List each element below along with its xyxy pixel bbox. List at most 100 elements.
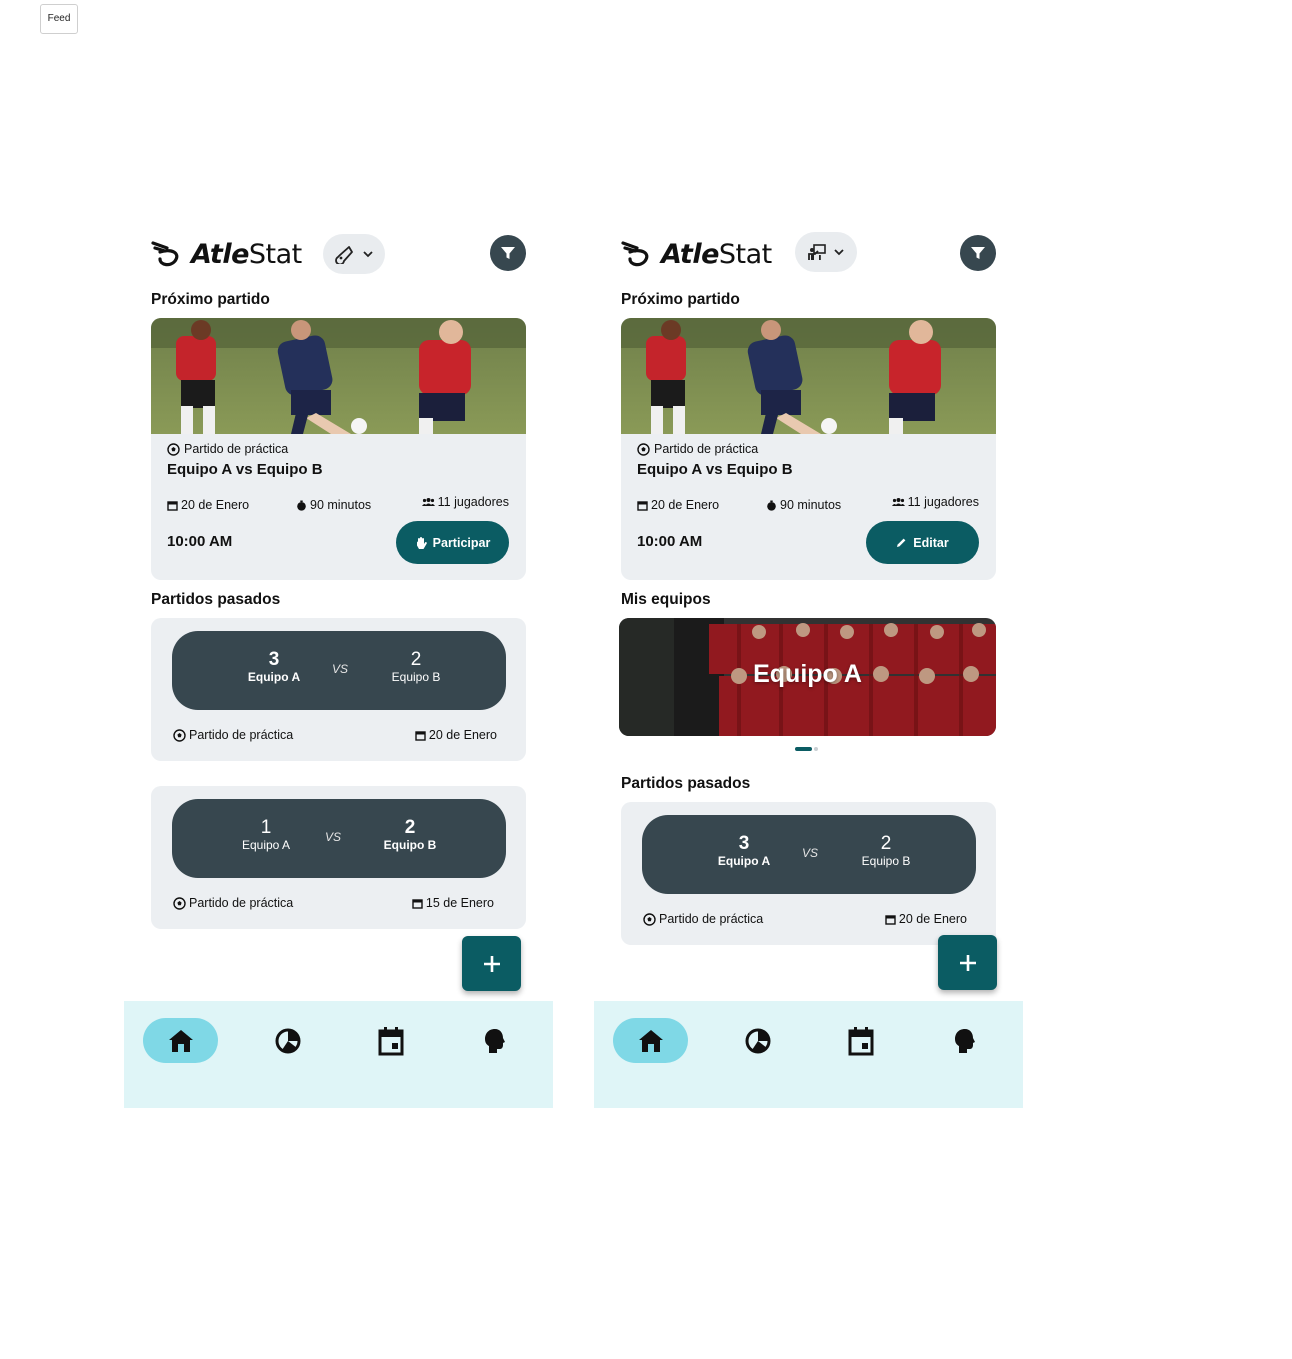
chevron-down-icon [363,251,373,258]
soccer-ball-icon [167,442,180,456]
profile-icon [954,1028,975,1053]
stats-icon [275,1028,300,1053]
soccer-ball-icon [637,442,650,456]
stopwatch-icon [297,500,306,511]
match-date: 20 de Enero [637,498,719,512]
chevron-down-icon [834,249,844,256]
calendar-small-icon [412,898,423,909]
app-logo: AtleStat [151,236,302,272]
match-duration: 90 minutos [766,498,841,512]
team-card[interactable]: Equipo A [619,618,996,736]
app-header: AtleStat [151,232,526,276]
nav-home[interactable] [143,1018,218,1063]
filter-icon [501,247,515,259]
nav-profile[interactable] [457,1018,532,1063]
next-match-heading: Próximo partido [621,291,740,308]
carousel-indicator [795,747,818,751]
participate-button[interactable]: Participar [396,521,509,564]
stats-icon [745,1028,770,1053]
filter-icon [971,247,985,259]
match-title: Equipo A vs Equipo B [167,461,323,478]
away-score: 2 [880,833,892,854]
match-photo [151,318,526,434]
nav-calendar[interactable] [353,1018,428,1063]
add-match-button[interactable] [462,936,521,991]
match-type: Partido de práctica [167,442,288,456]
brand-bold: Atle [191,238,249,270]
whistle-icon [335,246,353,264]
bottom-navigation [124,1001,553,1108]
team-name: Equipo A [753,660,862,688]
calendar-icon [848,1026,873,1055]
nav-home[interactable] [613,1018,688,1063]
brand-light: Stat [248,238,302,270]
profile-icon [484,1028,505,1053]
match-type-label: Partido de práctica [184,442,289,456]
past-match-card[interactable]: 1 Equipo A VS 2 Equipo B Partido de prác… [151,786,526,929]
home-team: 3 Equipo A [229,649,319,685]
past-match-card[interactable]: 3 Equipo A VS 2 Equipo B Partido de prác… [621,802,996,945]
calendar-small-icon [167,500,178,511]
edit-button[interactable]: Editar [866,521,979,564]
match-duration-label: 90 minutos [310,498,372,512]
next-match-card[interactable]: Partido de práctica Equipo A vs Equipo B… [151,318,526,580]
filter-button[interactable] [490,235,526,271]
home-score: 3 [738,833,750,854]
carousel-dot-active[interactable] [795,747,812,751]
plus-icon [959,954,976,971]
past-match-type-label: Partido de práctica [189,728,294,742]
scoreboard: 3 Equipo A VS 2 Equipo B [172,631,506,710]
match-date-label: 20 de Enero [181,498,250,512]
frame-label: Feed [40,4,78,34]
match-time: 10:00 AM [167,533,233,550]
calendar-small-icon [637,500,648,511]
home-icon [168,1029,193,1052]
add-match-button[interactable] [938,935,997,990]
away-team-name: Equipo B [383,838,437,852]
away-team: 2 Equipo B [371,649,461,685]
nav-calendar[interactable] [823,1018,898,1063]
app-header: AtleStat [621,232,996,276]
past-match-card[interactable]: 3 Equipo A VS 2 Equipo B Partido de prác… [151,618,526,761]
scoreboard: 3 Equipo A VS 2 Equipo B [642,815,976,894]
away-team: 2 Equipo B [365,817,455,853]
nav-stats[interactable] [720,1018,795,1063]
scoreboard: 1 Equipo A VS 2 Equipo B [172,799,506,878]
app-logo: AtleStat [621,236,772,272]
next-match-card[interactable]: Partido de práctica Equipo A vs Equipo B… [621,318,996,580]
past-match-date-label: 20 de Enero [898,912,967,926]
next-match-heading: Próximo partido [151,291,270,308]
match-time: 10:00 AM [637,533,703,550]
home-team: 3 Equipo A [699,833,789,869]
vs-label: VS [332,662,349,676]
past-match-type: Partido de práctica [173,896,293,910]
past-match-date: 20 de Enero [885,912,967,926]
bottom-navigation [594,1001,1023,1108]
nav-profile[interactable] [927,1018,1002,1063]
coach-feed-screen: AtleStat Próximo partido Partido de prác… [594,228,1023,1108]
nav-stats[interactable] [250,1018,325,1063]
role-selector[interactable] [795,232,857,272]
calendar-icon [378,1026,403,1055]
player-feed-screen: AtleStat Próximo partido Partido de prác… [124,228,553,1108]
home-score: 3 [268,649,280,670]
group-icon [421,498,435,506]
carousel-dot[interactable] [814,747,818,751]
home-icon [638,1029,663,1052]
match-duration-label: 90 minutos [780,498,842,512]
match-type-label: Partido de práctica [654,442,759,456]
match-date: 20 de Enero [167,498,249,512]
away-score: 2 [404,817,416,838]
home-team: 1 Equipo A [221,817,311,853]
role-selector[interactable] [323,234,385,274]
soccer-ball-icon [173,896,186,910]
match-type: Partido de práctica [637,442,758,456]
logo-icon [621,241,649,267]
calendar-small-icon [885,914,896,925]
match-date-label: 20 de Enero [651,498,720,512]
past-match-date: 15 de Enero [412,896,494,910]
past-match-date: 20 de Enero [415,728,497,742]
filter-button[interactable] [960,235,996,271]
calendar-small-icon [415,730,426,741]
my-teams-heading: Mis equipos [621,591,711,608]
